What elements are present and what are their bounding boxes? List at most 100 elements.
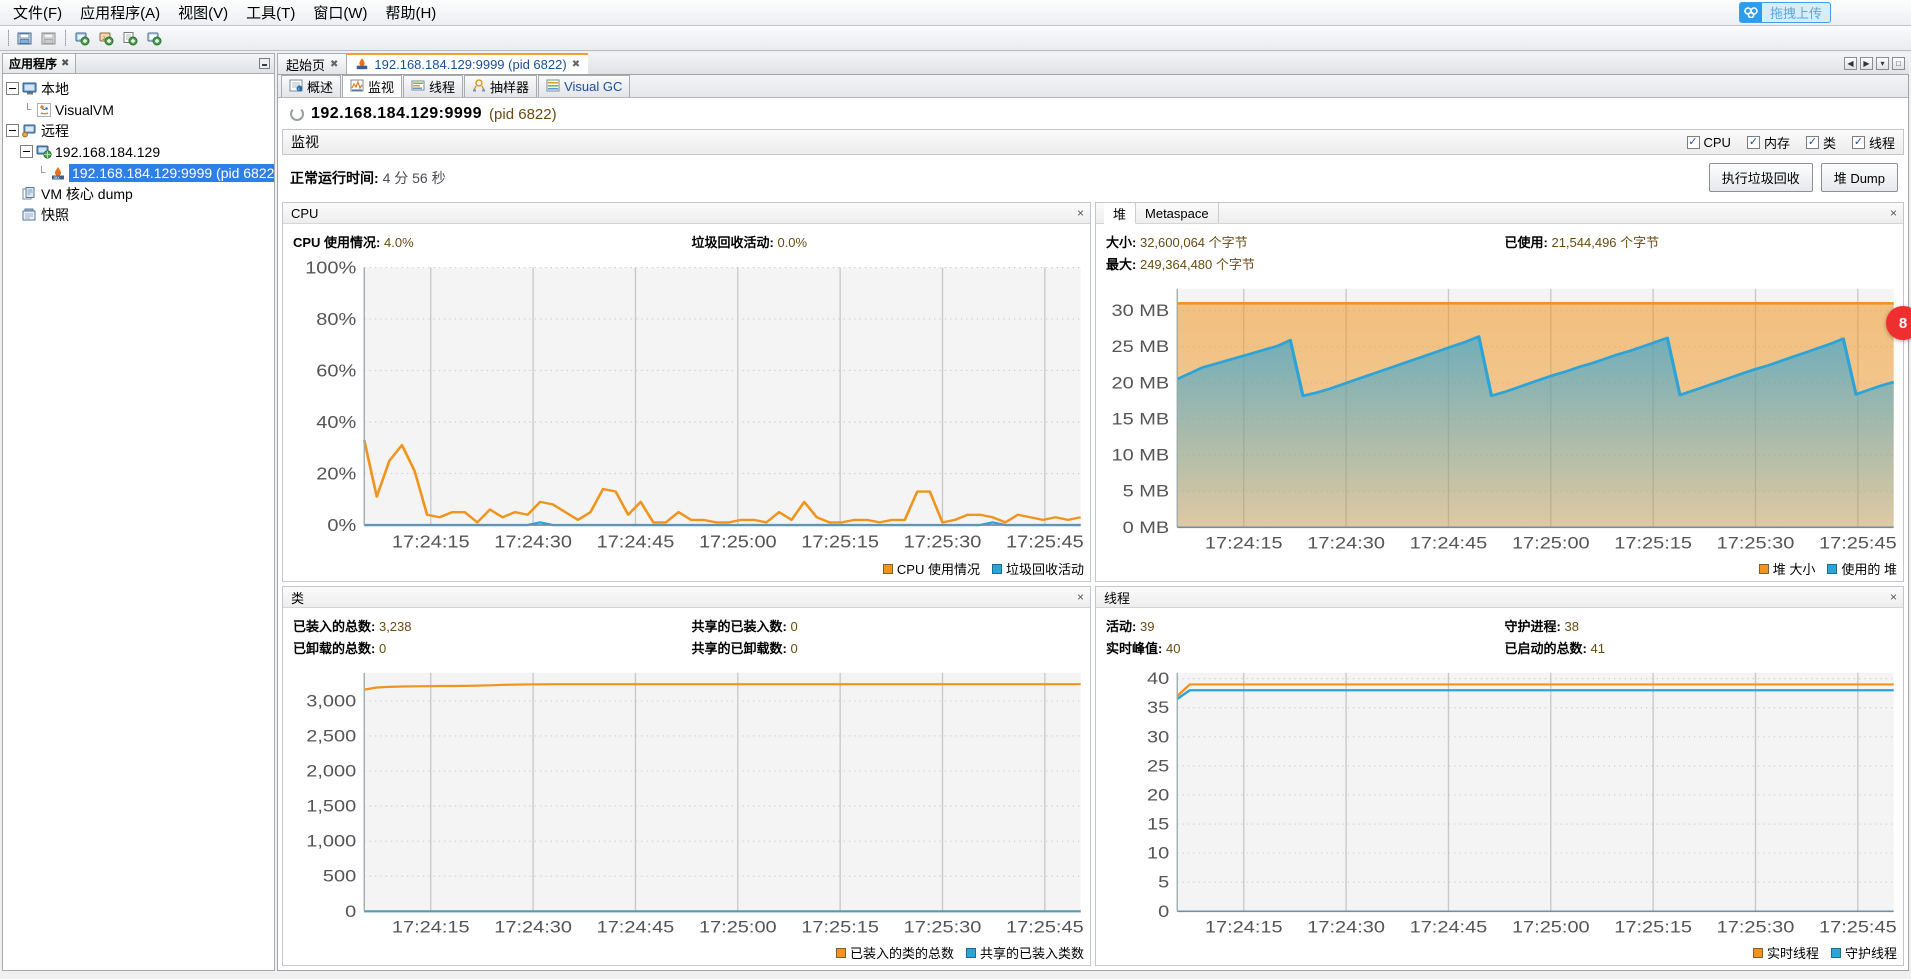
threads-chart[interactable]: 051015202530354017:24:1517:24:3017:24:45… — [1096, 664, 1903, 942]
threads-live-stat: 活动: 39 — [1106, 616, 1505, 635]
tab-visual-gc[interactable]: Visual GC — [538, 75, 630, 97]
cpu-chart[interactable]: 0%20%40%60%80%100%17:24:1517:24:3017:24:… — [283, 258, 1090, 558]
menu-applications[interactable]: 应用程序(A) — [71, 0, 169, 26]
tab-start-page[interactable]: 起始页 ✖ — [277, 53, 347, 74]
tree-node-host[interactable]: 192.168.184.129 — [6, 141, 274, 162]
threads-stats-left: 活动: 39 实时峰值: 40 — [1106, 616, 1505, 660]
add-remote-host-icon[interactable] — [71, 28, 93, 48]
checkbox-cpu[interactable]: ✓ CPU — [1687, 135, 1731, 150]
tab-threads[interactable]: 线程 — [403, 75, 463, 97]
close-icon-jmx-tab[interactable]: ✖ — [572, 59, 580, 70]
tree-node-remote[interactable]: 远程 — [6, 120, 274, 141]
add-jmx-host-icon[interactable] — [143, 28, 165, 48]
open-snapshot-icon[interactable] — [14, 28, 36, 48]
classes-stats-left: 已装入的总数: 3,238 已卸载的总数: 0 — [293, 616, 692, 660]
maximize-icon[interactable]: □ — [1892, 57, 1905, 70]
tab-sampler-label: 抽样器 — [490, 77, 529, 96]
tab-threads-label: 线程 — [429, 77, 455, 96]
tree-node-vm-coredump-label: VM 核心 dump — [41, 184, 133, 204]
scroll-right-icon[interactable]: ▶ — [1860, 57, 1873, 70]
svg-text:17:24:30: 17:24:30 — [1307, 533, 1385, 552]
tab-overview[interactable]: i 概述 — [281, 75, 341, 97]
host-icon — [35, 144, 52, 160]
tab-sampler[interactable]: 抽样器 — [464, 75, 537, 97]
legend-classes-shared: 共享的已装入类数 — [966, 943, 1084, 962]
close-icon-heap-panel[interactable]: × — [1890, 206, 1897, 220]
tree-node-visualvm[interactable]: └ VisualVM — [6, 99, 274, 120]
classes-chart[interactable]: 05001,0001,5002,0002,5003,00017:24:1517:… — [283, 664, 1090, 942]
tree-node-remote-label: 远程 — [41, 121, 69, 141]
checkbox-classes[interactable]: ✓ 类 — [1806, 133, 1836, 152]
perform-gc-button[interactable]: 执行垃圾回收 — [1709, 163, 1813, 192]
legend-heap-size-label: 堆 大小 — [1773, 559, 1816, 578]
checkbox-threads-box[interactable]: ✓ — [1852, 136, 1865, 149]
legend-gc-activity: 垃圾回收活动 — [992, 559, 1084, 578]
svg-text:17:25:00: 17:25:00 — [699, 917, 777, 936]
close-icon-threads-panel[interactable]: × — [1890, 590, 1897, 604]
threads-daemon-label: 守护进程: — [1505, 619, 1561, 634]
legend-classes-loaded-label: 已装入的类的总数 — [850, 943, 954, 962]
menu-help[interactable]: 帮助(H) — [376, 0, 445, 26]
scroll-left-icon[interactable]: ◀ — [1844, 57, 1857, 70]
checkbox-memory[interactable]: ✓ 内存 — [1747, 133, 1790, 152]
add-vm-coredump-icon[interactable] — [119, 28, 141, 48]
tree-node-vm-coredump[interactable]: VM 核心 dump — [6, 183, 274, 204]
legend-heap-size: 堆 大小 — [1759, 559, 1816, 578]
close-icon-cpu-panel[interactable]: × — [1077, 206, 1084, 220]
tab-jmx-connection[interactable]: 192.168.184.129:9999 (pid 6822) ✖ — [346, 53, 589, 74]
heap-chart[interactable]: 0 MB5 MB10 MB15 MB20 MB25 MB30 MB17:24:1… — [1096, 280, 1903, 558]
svg-text:60%: 60% — [316, 361, 356, 381]
save-snapshot-icon[interactable] — [38, 28, 60, 48]
toolbar-separator-2 — [65, 30, 66, 46]
minimize-icon[interactable] — [259, 58, 270, 69]
threads-icon — [411, 79, 425, 95]
svg-text:30: 30 — [1147, 727, 1169, 746]
menu-bar: 文件(F) 应用程序(A) 视图(V) 工具(T) 窗口(W) 帮助(H) 拖拽… — [0, 0, 1911, 26]
uptime-label: 正常运行时间: — [290, 170, 379, 186]
jmx-icon: JMX — [49, 165, 66, 181]
menu-view[interactable]: 视图(V) — [169, 0, 237, 26]
tree-node-jmx-connection[interactable]: └ JMX 192.168.184.129:9999 (pid 6822) — [6, 162, 274, 183]
loading-spinner-icon — [290, 107, 304, 121]
sub-tabbar: i 概述 监视 线程 — [278, 75, 1908, 98]
svg-text:500: 500 — [323, 866, 356, 885]
tree-node-snapshots[interactable]: 快照 — [6, 204, 274, 225]
tab-applications[interactable]: 应用程序 ✖ — [3, 54, 76, 73]
classes-unloaded-value: 0 — [379, 641, 386, 656]
menu-tools[interactable]: 工具(T) — [237, 0, 304, 26]
close-icon-start-page[interactable]: ✖ — [330, 59, 338, 70]
svg-text:17:24:30: 17:24:30 — [494, 917, 572, 936]
threads-stats: 活动: 39 实时峰值: 40 — [1096, 608, 1903, 664]
menu-file[interactable]: 文件(F) — [4, 0, 71, 26]
collapse-toggle-icon[interactable] — [6, 82, 19, 95]
checkbox-cpu-box[interactable]: ✓ — [1687, 136, 1700, 149]
checkbox-threads[interactable]: ✓ 线程 — [1852, 133, 1895, 152]
heap-stats-right: 已使用: 21,544,496 个字节 — [1505, 232, 1904, 276]
threads-peak-value: 40 — [1166, 641, 1180, 656]
heap-dump-button[interactable]: 堆 Dump — [1821, 163, 1898, 192]
close-icon[interactable]: ✖ — [61, 58, 69, 69]
collapse-toggle-icon-remote[interactable] — [6, 124, 19, 137]
legend-threads-live-label: 实时线程 — [1767, 943, 1819, 962]
tab-heap[interactable]: 堆 — [1104, 203, 1136, 224]
checkbox-cpu-label: CPU — [1704, 135, 1731, 150]
close-icon-classes-panel[interactable]: × — [1077, 590, 1084, 604]
tab-list-icon[interactable]: ▾ — [1876, 57, 1889, 70]
svg-text:25 MB: 25 MB — [1112, 337, 1170, 356]
legend-threads-live: 实时线程 — [1753, 943, 1819, 962]
svg-text:17:24:45: 17:24:45 — [1410, 917, 1488, 936]
tree-node-snapshots-label: 快照 — [41, 205, 69, 225]
add-jmx-connection-icon[interactable]: J — [95, 28, 117, 48]
collapse-toggle-icon-host[interactable] — [20, 145, 33, 158]
tab-monitor[interactable]: 监视 — [342, 75, 402, 97]
tab-metaspace[interactable]: Metaspace — [1136, 203, 1219, 223]
classes-legend: 已装入的类的总数 共享的已装入类数 — [283, 942, 1090, 965]
checkbox-classes-box[interactable]: ✓ — [1806, 136, 1819, 149]
menu-window[interactable]: 窗口(W) — [304, 0, 376, 26]
applications-tree[interactable]: 本地 └ VisualVM 远程 — [2, 73, 275, 971]
svg-text:10: 10 — [1147, 843, 1169, 862]
threads-panel: 线程 × 活动: 39 实时峰值: — [1095, 586, 1904, 966]
checkbox-memory-box[interactable]: ✓ — [1747, 136, 1760, 149]
tree-node-local[interactable]: 本地 — [6, 78, 274, 99]
drag-upload-button[interactable]: 拖拽上传 — [1739, 2, 1831, 23]
